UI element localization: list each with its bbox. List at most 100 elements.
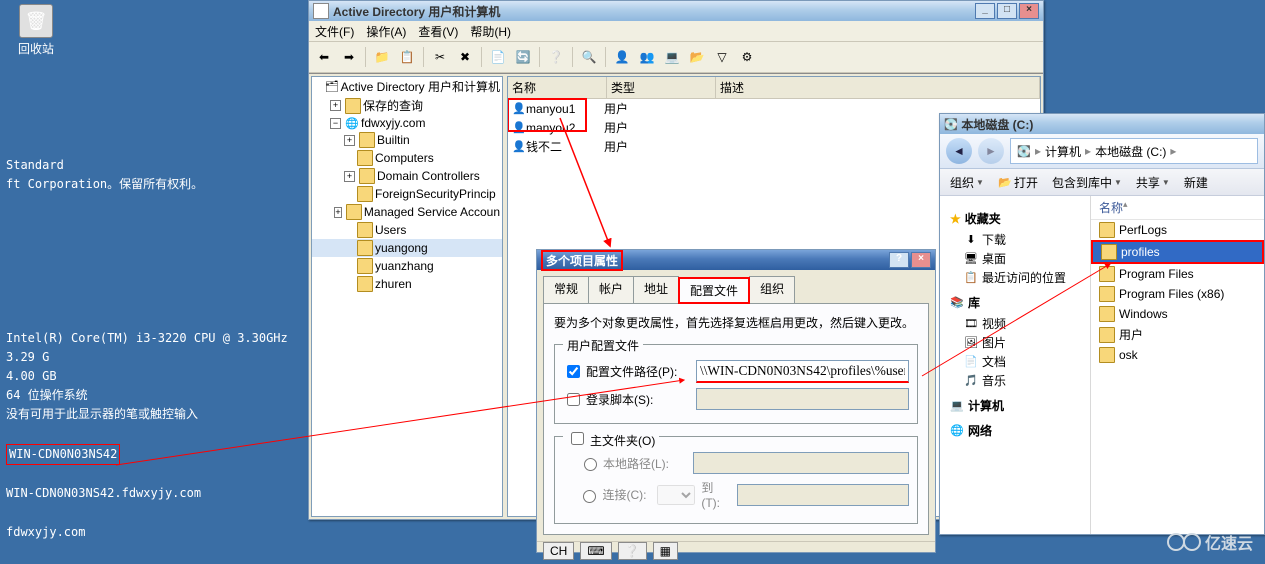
ad-titlebar[interactable]: Active Directory 用户和计算机 _ □ × bbox=[309, 1, 1043, 21]
close-button[interactable]: × bbox=[1019, 3, 1039, 19]
maximize-button[interactable]: □ bbox=[997, 3, 1017, 19]
group-home-folder: 主文件夹(O) 本地路径(L): 连接(C): 到(T): bbox=[554, 436, 918, 524]
properties-icon[interactable]: 📄 bbox=[487, 46, 509, 68]
nav-music[interactable]: 🎵音乐 bbox=[964, 372, 1090, 389]
tree-yuangong[interactable]: yuangong bbox=[375, 241, 428, 255]
menu-action[interactable]: 操作(A) bbox=[366, 23, 406, 40]
tree-msa[interactable]: Managed Service Accoun bbox=[364, 205, 500, 219]
cmd-organize[interactable]: 组织▼ bbox=[950, 174, 984, 191]
misc-icon[interactable]: ⚙ bbox=[736, 46, 758, 68]
tree-fsp[interactable]: ForeignSecurityPrincip bbox=[375, 187, 496, 201]
user-add-icon[interactable]: 👤 bbox=[611, 46, 633, 68]
forward-icon[interactable]: ➡ bbox=[338, 46, 360, 68]
crumb-computer[interactable]: 计算机 bbox=[1045, 143, 1081, 160]
recycle-bin-label: 回收站 bbox=[12, 40, 60, 57]
radio-connect[interactable] bbox=[583, 490, 596, 503]
crumb-drive[interactable]: 本地磁盘 (C:) bbox=[1095, 143, 1166, 160]
col-type[interactable]: 类型 bbox=[607, 77, 716, 98]
radio-local-path[interactable] bbox=[584, 458, 597, 471]
nav-network[interactable]: 🌐网络 bbox=[950, 422, 1090, 439]
help-icon[interactable]: ❔ bbox=[545, 46, 567, 68]
ime-pad-icon[interactable]: ▦ bbox=[653, 542, 678, 560]
delete-icon[interactable]: ✖ bbox=[454, 46, 476, 68]
file-row[interactable]: Windows bbox=[1091, 304, 1264, 324]
folder-icon bbox=[1101, 244, 1117, 260]
nav-videos[interactable]: 🎞视频 bbox=[964, 315, 1090, 332]
folder-icon bbox=[1099, 347, 1115, 363]
select-drive bbox=[657, 485, 696, 505]
filter-icon[interactable]: ▽ bbox=[711, 46, 733, 68]
col-name[interactable]: 名称 bbox=[508, 77, 607, 98]
cmd-new[interactable]: 新建 bbox=[1184, 174, 1208, 191]
desktop-recycle-bin[interactable]: 🗑 回收站 bbox=[12, 4, 60, 57]
file-row[interactable]: osk bbox=[1091, 345, 1264, 365]
tree-saved-queries[interactable]: 保存的查询 bbox=[363, 97, 423, 114]
tree-builtin[interactable]: Builtin bbox=[377, 133, 410, 147]
file-row-profiles[interactable]: profiles bbox=[1091, 240, 1264, 264]
ou-add-icon[interactable]: 📂 bbox=[686, 46, 708, 68]
tree-yuanzhang[interactable]: yuanzhang bbox=[375, 259, 434, 273]
chk-home-folder[interactable] bbox=[571, 432, 584, 445]
chk-logon-script[interactable] bbox=[567, 393, 580, 406]
file-row[interactable]: 用户 bbox=[1091, 324, 1264, 345]
col-name-header[interactable]: 名称 bbox=[1099, 199, 1123, 216]
downloads-icon: ⬇ bbox=[964, 233, 978, 247]
ime-help-icon[interactable]: ❔ bbox=[618, 542, 647, 560]
cut-icon[interactable]: ✂ bbox=[429, 46, 451, 68]
nav-pane[interactable]: ★收藏夹 ⬇下载 🖥桌面 📋最近访问的位置 📚库 🎞视频 🖼图片 📄文档 🎵音乐… bbox=[940, 196, 1091, 534]
help-button[interactable]: ? bbox=[889, 252, 909, 268]
tree-root[interactable]: Active Directory 用户和计算机 bbox=[341, 78, 500, 95]
back-icon[interactable]: ⬅ bbox=[313, 46, 335, 68]
close-button[interactable]: × bbox=[911, 252, 931, 268]
tab-profile[interactable]: 配置文件 bbox=[678, 277, 750, 304]
props-statusbar: CH ⌨ ❔ ▦ bbox=[537, 541, 935, 560]
ad-tree[interactable]: 🗂Active Directory 用户和计算机 +保存的查询 −🌐fdwxyj… bbox=[311, 76, 503, 517]
nav-documents[interactable]: 📄文档 bbox=[964, 353, 1090, 370]
tree-zhuren[interactable]: zhuren bbox=[375, 277, 412, 291]
file-row[interactable]: PerfLogs bbox=[1091, 220, 1264, 240]
tree-users[interactable]: Users bbox=[375, 223, 406, 237]
tab-org[interactable]: 组织 bbox=[749, 276, 795, 303]
menu-file[interactable]: 文件(F) bbox=[315, 23, 354, 40]
up-icon[interactable]: 📁 bbox=[371, 46, 393, 68]
find-icon[interactable]: 🔍 bbox=[578, 46, 600, 68]
nav-computer[interactable]: 💻计算机 bbox=[950, 397, 1090, 414]
chk-profile-path[interactable] bbox=[567, 365, 580, 378]
menu-view[interactable]: 查看(V) bbox=[418, 23, 458, 40]
nav-downloads[interactable]: ⬇下载 bbox=[964, 231, 1090, 248]
col-desc[interactable]: 描述 bbox=[716, 77, 1040, 98]
lang-indicator[interactable]: CH bbox=[543, 542, 574, 560]
tree-domain[interactable]: fdwxyjy.com bbox=[361, 116, 425, 130]
explorer-titlebar[interactable]: 💽 本地磁盘 (C:) bbox=[940, 114, 1264, 134]
nav-back-button[interactable]: ◄ bbox=[946, 138, 972, 164]
file-row[interactable]: Program Files bbox=[1091, 264, 1264, 284]
ime-icon[interactable]: ⌨ bbox=[580, 542, 611, 560]
list-icon[interactable]: 📋 bbox=[396, 46, 418, 68]
cmd-include[interactable]: 包含到库中▼ bbox=[1052, 174, 1122, 191]
nav-libraries[interactable]: 📚库 bbox=[950, 294, 1090, 311]
nav-favorites[interactable]: ★收藏夹 bbox=[950, 210, 1090, 227]
nav-pictures[interactable]: 🖼图片 bbox=[964, 334, 1090, 351]
file-row[interactable]: Program Files (x86) bbox=[1091, 284, 1264, 304]
cmd-share[interactable]: 共享▼ bbox=[1136, 174, 1170, 191]
nav-recent[interactable]: 📋最近访问的位置 bbox=[964, 269, 1090, 286]
tree-computers[interactable]: Computers bbox=[375, 151, 434, 165]
nav-desktop[interactable]: 🖥桌面 bbox=[964, 250, 1090, 267]
props-titlebar[interactable]: 多个项目属性 ? × bbox=[537, 250, 935, 270]
tab-account[interactable]: 帐户 bbox=[588, 276, 634, 303]
tab-address[interactable]: 地址 bbox=[633, 276, 679, 303]
tab-general[interactable]: 常规 bbox=[543, 276, 589, 303]
minimize-button[interactable]: _ bbox=[975, 3, 995, 19]
input-profile-path[interactable] bbox=[696, 360, 909, 383]
menu-help[interactable]: 帮助(H) bbox=[470, 23, 511, 40]
refresh-icon[interactable]: 🔄 bbox=[512, 46, 534, 68]
lbl-local-path: 本地路径(L): bbox=[603, 455, 693, 472]
ad-title: Active Directory 用户和计算机 bbox=[333, 3, 500, 20]
nav-forward-button[interactable]: ► bbox=[978, 138, 1004, 164]
computer-add-icon[interactable]: 💻 bbox=[661, 46, 683, 68]
cmd-open[interactable]: 📂打开 bbox=[998, 174, 1038, 191]
tree-dc[interactable]: Domain Controllers bbox=[377, 169, 480, 183]
breadcrumb[interactable]: 💽 ▸ 计算机 ▸ 本地磁盘 (C:) ▸ bbox=[1010, 138, 1258, 164]
list-header[interactable]: 名称 类型 描述 bbox=[508, 77, 1040, 99]
group-add-icon[interactable]: 👥 bbox=[636, 46, 658, 68]
